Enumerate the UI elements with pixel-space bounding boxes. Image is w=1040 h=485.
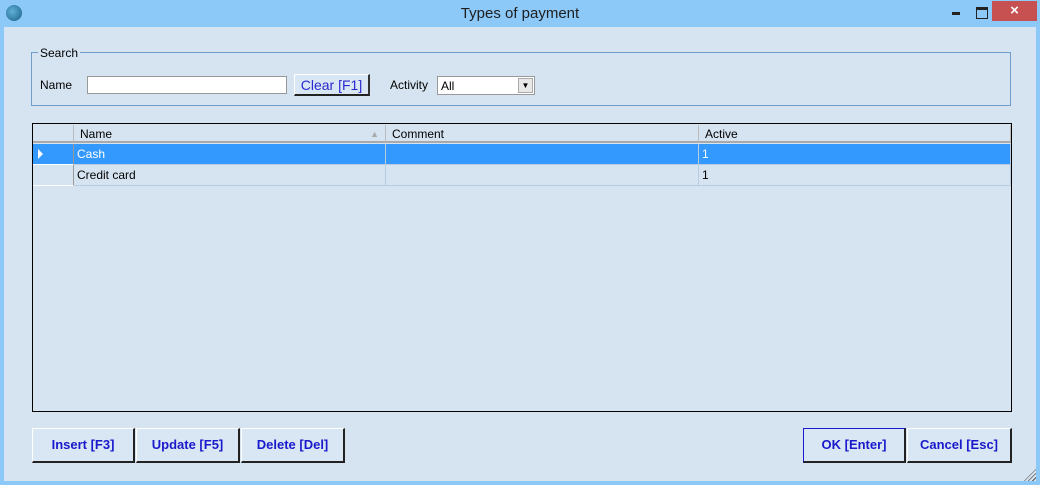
column-header-active[interactable]: Active [699,125,1011,143]
close-button[interactable]: × [992,1,1037,21]
table-row[interactable]: Credit card 1 [33,165,1011,186]
cell-active[interactable]: 1 [699,144,1011,165]
window-title: Types of payment [460,5,580,22]
search-legend: Search [38,46,81,60]
cancel-button[interactable]: Cancel [Esc] [907,428,1012,463]
corner-header [33,125,74,143]
update-button[interactable]: Update [F5] [136,428,240,463]
cell-comment[interactable] [386,165,699,186]
column-header-label: Name [80,127,113,141]
row-header[interactable] [33,165,74,186]
insert-button[interactable]: Insert [F3] [32,428,135,463]
minimize-button[interactable] [944,0,972,20]
cell-name[interactable]: Cash [74,144,386,165]
name-label: Name [40,78,73,92]
row-header[interactable] [33,144,74,165]
table-row[interactable]: Cash 1 [33,144,1011,165]
cell-active[interactable]: 1 [699,165,1011,186]
sort-ascending-icon: ▲ [370,129,379,139]
activity-value: All [441,79,455,93]
column-header-name[interactable]: Name ▲ [74,125,386,143]
name-input[interactable] [87,76,287,94]
delete-button[interactable]: Delete [Del] [241,428,345,463]
activity-select[interactable]: All ▼ [437,76,535,95]
column-header-comment[interactable]: Comment [386,125,699,143]
chevron-down-icon[interactable]: ▼ [518,78,533,93]
cell-name[interactable]: Credit card [74,165,386,186]
current-row-icon [38,149,43,159]
payment-types-grid: Name ▲ Comment Active Cash 1 Credit card … [32,123,1012,412]
ok-button[interactable]: OK [Enter] [803,428,906,463]
clear-button[interactable]: Clear [F1] [294,74,370,96]
cell-comment[interactable] [386,144,699,165]
activity-label: Activity [390,78,429,92]
